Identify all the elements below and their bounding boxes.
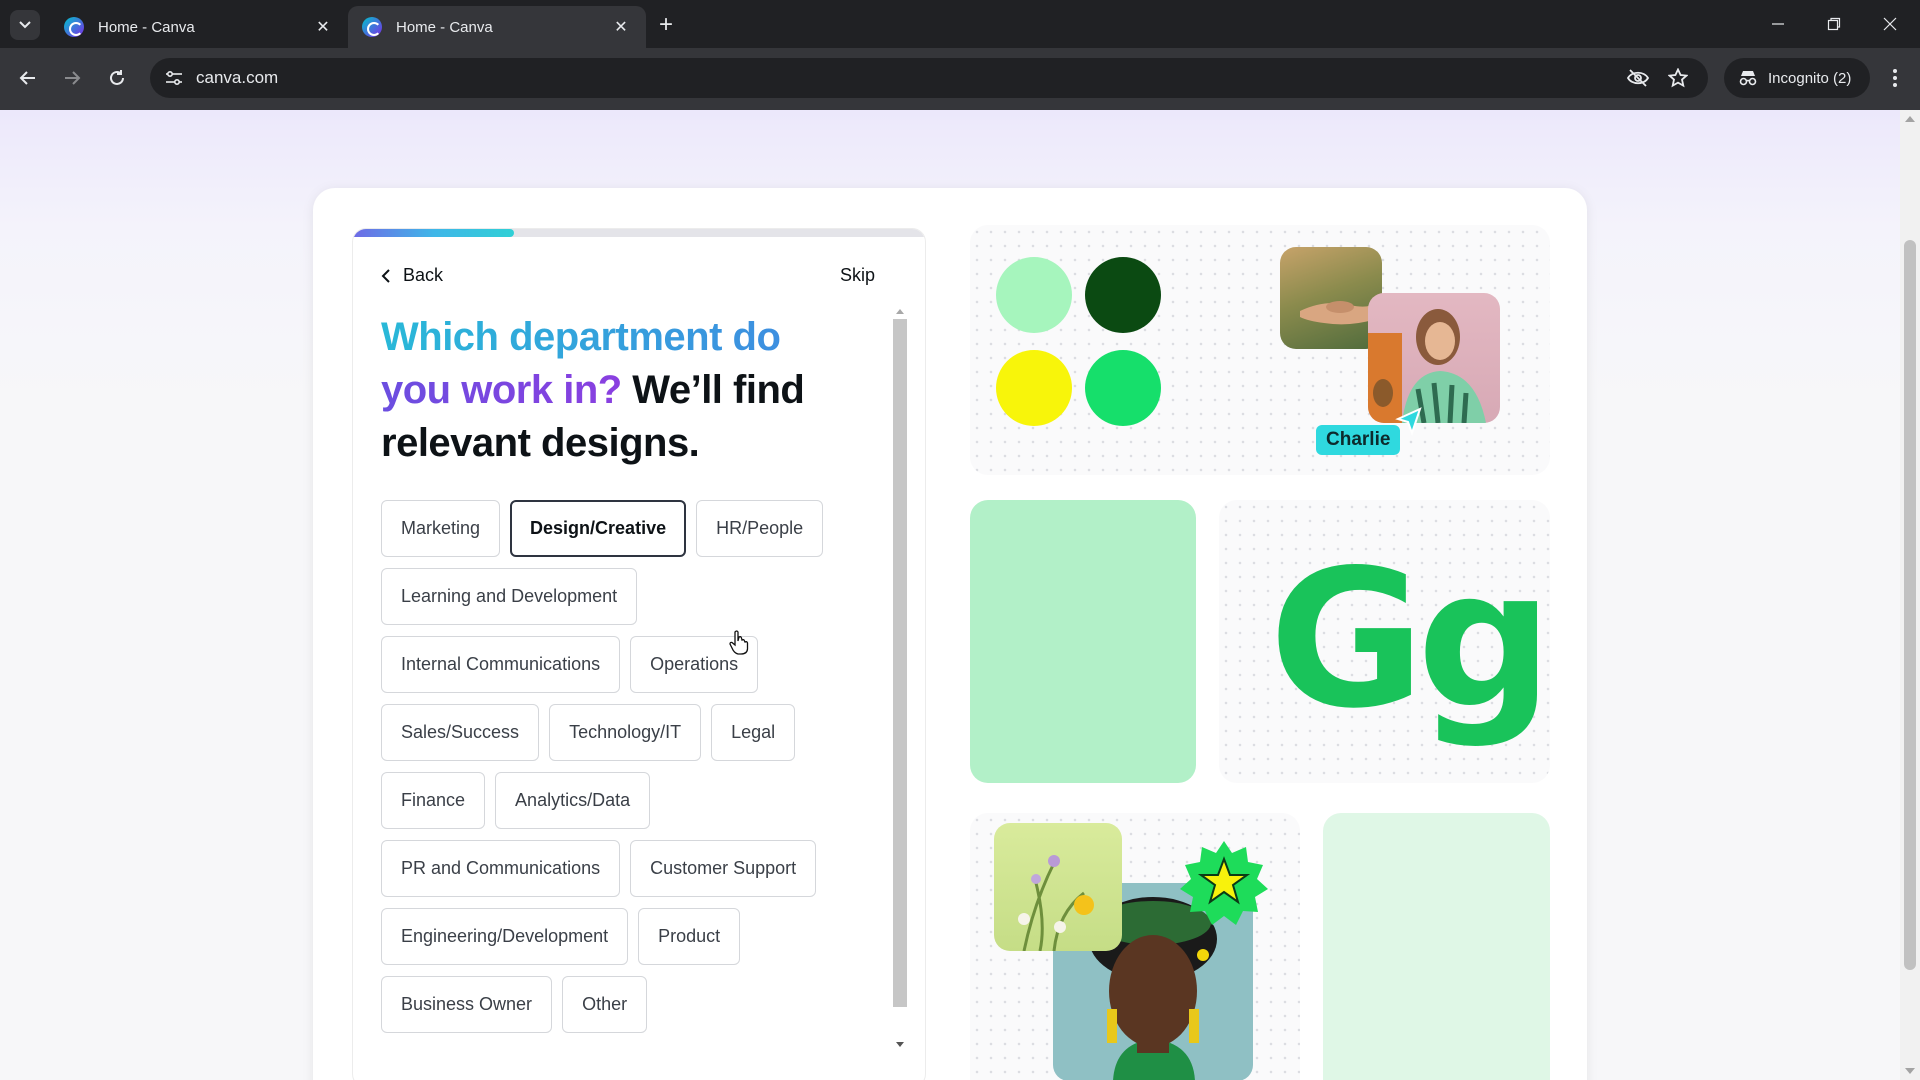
collaborator-name-tag: Charlie [1316,425,1401,455]
scroll-up-arrow-icon[interactable] [896,309,904,314]
woman-illustration [1368,309,1486,423]
chevron-down-icon [19,21,31,29]
flowers-photo [994,823,1122,951]
light-green-tile [1323,813,1550,1080]
flowers-illustration [1018,855,1094,951]
arrow-left-icon [19,71,35,85]
font-sample: Gg [1269,529,1553,750]
canva-favicon-icon [362,17,382,37]
tab-title: Home - Canva [98,18,195,36]
font-sample-tile: Gg [1219,500,1553,783]
tab-strip: Home - Canva ✕ Home - Canva ✕ + [0,0,1920,48]
department-options: Marketing Design/Creative HR/People Learnin… [381,500,861,1033]
portrait-tile [970,813,1300,1080]
color-swatch [996,257,1072,333]
plus-icon: + [658,11,673,38]
collaboration-tile: Charlie [970,225,1550,475]
browser-tab-1[interactable]: Home - Canva ✕ [50,6,348,48]
department-scroll-area: Which department do you work in? We’ll f… [381,311,881,1071]
browser-toolbar: canva.com Incognito (2) [0,48,1920,110]
incognito-icon [1739,71,1757,86]
restore-icon [1827,17,1841,31]
back-button[interactable]: Back [381,265,443,286]
scroll-up-arrow-icon[interactable] [1905,116,1915,122]
eye-off-icon[interactable] [1626,66,1650,90]
progress-bar [353,229,925,237]
heading-highlight-2: you work in? [381,368,622,412]
browser-tab-2[interactable]: Home - Canva ✕ [348,6,646,48]
department-chip[interactable]: Finance [381,772,486,829]
page-viewport: Back Skip Which department do you work i… [0,110,1900,1080]
close-icon [1883,17,1897,31]
more-vert-icon[interactable] [1880,62,1910,94]
site-info-button[interactable] [162,66,186,90]
department-chip[interactable]: Technology/IT [549,704,702,761]
department-chip[interactable]: Sales/Success [381,704,540,761]
panel-scrollbar[interactable] [891,305,909,1047]
color-swatch [1085,350,1161,426]
color-swatch [1085,257,1161,333]
arrow-right-icon [65,71,81,85]
scroll-down-arrow-icon[interactable] [896,1042,904,1047]
url-text: canva.com [196,68,279,87]
minimize-icon [1772,23,1784,25]
back-nav-button[interactable] [12,62,44,94]
panel-scrollbar-thumb[interactable] [893,319,907,1007]
department-chip[interactable]: Other [562,976,648,1033]
question-panel: Back Skip Which department do you work i… [352,228,926,1080]
close-icon[interactable]: ✕ [312,16,334,38]
chevron-left-icon [381,268,390,283]
reload-button[interactable] [101,62,133,94]
close-icon[interactable]: ✕ [610,16,632,38]
star-badge-icon [1180,841,1268,925]
progress-fill [353,229,514,237]
incognito-button[interactable]: Incognito (2) [1724,58,1870,98]
page-scrollbar[interactable] [1900,110,1920,1080]
heading-highlight-1: Which department do [381,315,781,359]
canva-favicon-icon [64,17,84,37]
new-tab-button[interactable]: + [652,12,680,40]
star-icon[interactable] [1666,66,1690,90]
department-chip[interactable]: Learning and Development [381,568,638,625]
department-chip[interactable]: Internal Communications [381,636,621,693]
mint-color-tile [970,500,1196,783]
department-chip[interactable]: Operations [630,636,759,693]
close-window-button[interactable] [1870,8,1910,40]
minimize-button[interactable] [1758,8,1798,40]
department-chip[interactable]: Marketing [381,500,501,557]
back-label: Back [403,265,444,285]
woman-photo [1368,293,1500,423]
incognito-label: Incognito (2) [1768,69,1852,87]
tune-icon [166,70,182,86]
address-bar[interactable]: canva.com [150,58,1708,98]
hands-illustration [1300,301,1376,325]
tab-title: Home - Canva [396,18,493,36]
department-chip[interactable]: Analytics/Data [495,772,651,829]
scroll-down-arrow-icon[interactable] [1905,1068,1915,1074]
department-chip[interactable]: Customer Support [630,840,817,897]
department-chip[interactable]: HR/People [696,500,824,557]
skip-button[interactable]: Skip [840,265,875,286]
department-chip[interactable]: Legal [711,704,796,761]
page-scrollbar-thumb[interactable] [1904,240,1916,970]
restore-button[interactable] [1814,8,1854,40]
page-title: Which department do you work in? We’ll f… [381,311,881,470]
color-swatch [996,350,1072,426]
department-chip[interactable]: PR and Communications [381,840,621,897]
forward-nav-button[interactable] [56,62,88,94]
department-chip[interactable]: Product [638,908,741,965]
tab-search-button[interactable] [10,10,40,40]
department-chip[interactable]: Business Owner [381,976,553,1033]
onboarding-dialog: Back Skip Which department do you work i… [313,188,1587,1080]
hands-photo [1280,247,1382,349]
department-chip[interactable]: Engineering/Development [381,908,629,965]
department-chip[interactable]: Design/Creative [510,500,687,557]
reload-icon [110,70,124,85]
